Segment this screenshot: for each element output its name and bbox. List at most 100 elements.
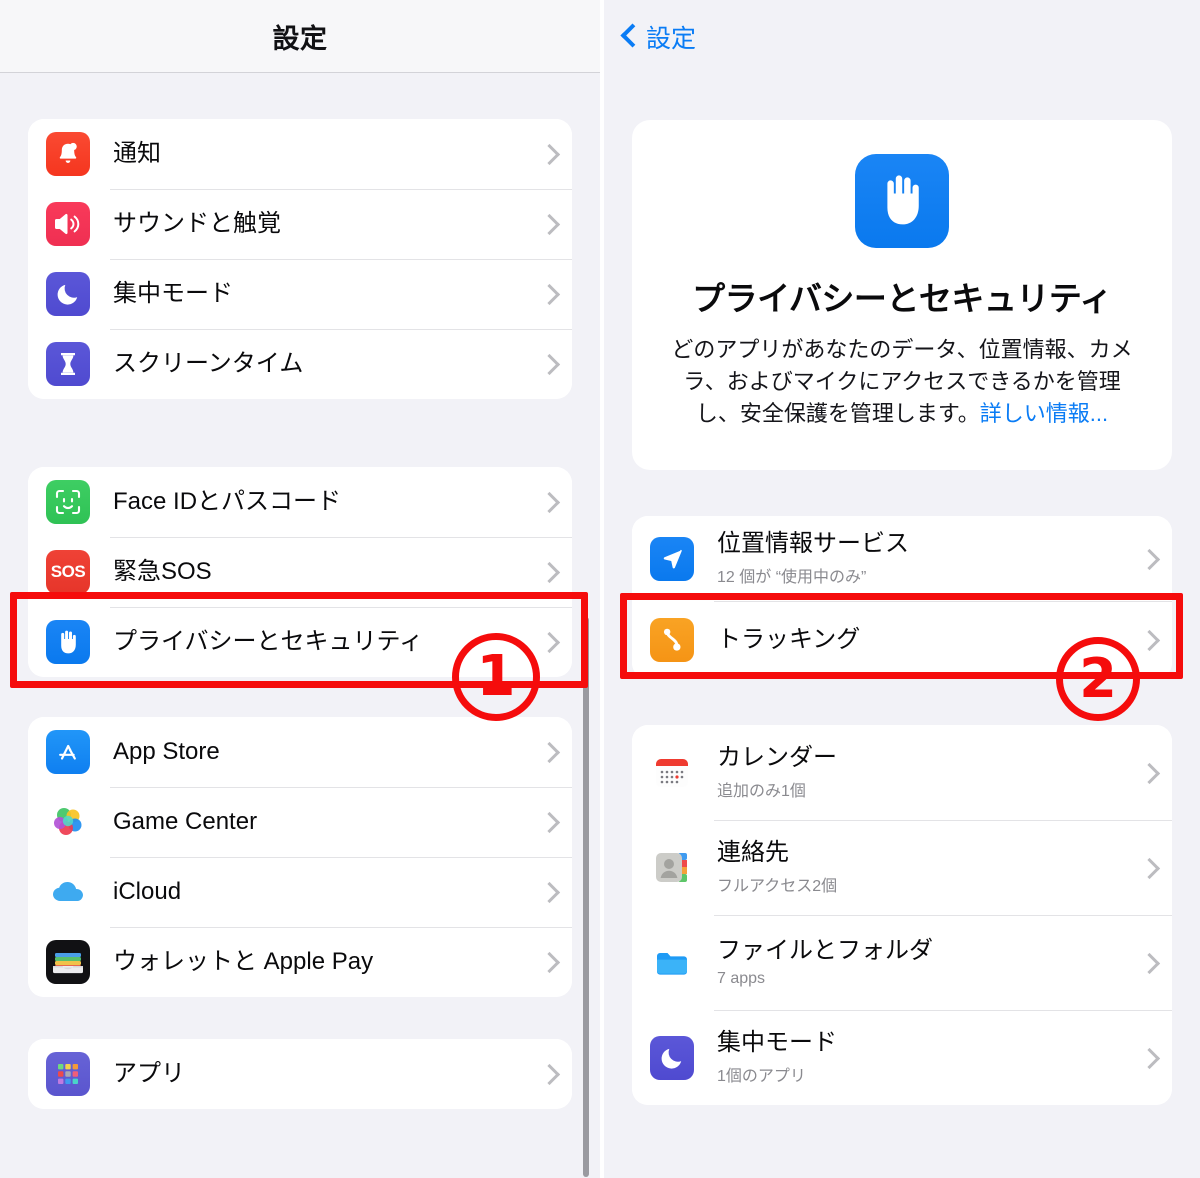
row-body: 集中モード 1個のアプリ [717,1029,1132,1086]
row-body: 位置情報サービス 12 個が “使用中のみ” [717,530,1132,587]
sidebar-item-privacy[interactable]: プライバシーとセキュリティ [28,607,572,677]
panel-divider [600,0,604,1178]
row-body: Face IDとパスコード [113,488,532,517]
row-title: 連絡先 [717,839,789,867]
row-subtitle: フルアクセス2個 [717,878,838,896]
hand-icon [855,154,949,248]
privacy-detail-panel: 設定 プライバシーとセキュリティ どのアプリがあなたのデータ、位置情報、カメラ、… [604,0,1200,1178]
settings-group-4: アプリ [28,1039,572,1109]
wallet-icon [46,940,90,984]
row-title: プライバシーとセキュリティ [113,627,424,655]
chevron-right-icon [1142,1047,1154,1069]
sos-icon: SOS [46,550,90,594]
row-subtitle: 追加のみ1個 [717,783,806,801]
settings-scroll-area[interactable]: 通知 サウンドと触覚 集中モード スクリーンタイム Face IDとパスコード … [0,74,600,1109]
list-item-focus[interactable]: 集中モード 1個のアプリ [632,1010,1172,1106]
row-body: アプリ [113,1060,532,1089]
row-title: アプリ [113,1059,185,1087]
sidebar-item-gamecenter[interactable]: Game Center [28,787,572,857]
sidebar-item-faceid[interactable]: Face IDとパスコード [28,467,572,537]
sidebar-item-sos[interactable]: SOS 緊急SOS [28,537,572,607]
list-item-contacts[interactable]: 連絡先 フルアクセス2個 [632,820,1172,916]
settings-group-3: App Store Game Center iCloud ウォレットと Appl… [28,717,572,997]
sidebar-item-sounds[interactable]: サウンドと触覚 [28,189,572,259]
faceid-icon [46,480,90,524]
chevron-right-icon [542,143,554,165]
icloud-icon [46,870,90,914]
privacy-hero-card: プライバシーとセキュリティ どのアプリがあなたのデータ、位置情報、カメラ、および… [632,120,1172,471]
chevron-right-icon [542,631,554,653]
row-body: サウンドと触覚 [113,210,532,239]
list-item-location-services[interactable]: 位置情報サービス 12 個が “使用中のみ” [632,516,1172,602]
apps-grid-icon [46,1052,90,1096]
settings-group-1: 通知 サウンドと触覚 集中モード スクリーンタイム [28,119,572,399]
row-subtitle: 7 apps [717,970,766,988]
privacy-group-2: カレンダー 追加のみ1個 連絡先 フルアクセス2個 ファイルとフォルダ 7 ap… [632,725,1172,1106]
sidebar-item-screentime[interactable]: スクリーンタイム [28,329,572,399]
row-title: トラッキング [717,625,861,653]
chevron-right-icon [542,951,554,973]
list-item-calendar[interactable]: カレンダー 追加のみ1個 [632,725,1172,821]
row-body: App Store [113,738,532,767]
row-body: 緊急SOS [113,558,532,587]
row-title: スクリーンタイム [113,349,304,377]
sidebar-item-apps[interactable]: アプリ [28,1039,572,1109]
row-title: 通知 [113,139,161,167]
settings-group-2: Face IDとパスコード SOS 緊急SOS プライバシーとセキュリティ [28,467,572,677]
chevron-right-icon [542,283,554,305]
row-body: プライバシーとセキュリティ [113,628,532,657]
screenshot-root: 設定 通知 サウンドと触覚 集中モード スクリーンタイム Face IDとパスコ… [0,0,1200,1178]
chevron-right-icon [542,881,554,903]
chevron-right-icon [542,741,554,763]
sidebar-item-focus[interactable]: 集中モード [28,259,572,329]
chevron-right-icon [542,213,554,235]
row-title: Face IDとパスコード [113,487,342,515]
gamecenter-icon [46,800,90,844]
contacts-icon [650,845,694,890]
row-subtitle: 1個のアプリ [717,1068,806,1086]
row-title: サウンドと触覚 [113,209,281,237]
tracking-icon [650,618,694,663]
privacy-group-1: 位置情報サービス 12 個が “使用中のみ” トラッキング [632,516,1172,680]
back-button[interactable]: 設定 [622,19,696,55]
list-item-files-folders[interactable]: ファイルとフォルダ 7 apps [632,915,1172,1011]
row-title: 緊急SOS [113,557,212,585]
location-arrow-icon [650,536,694,581]
vertical-scrollbar[interactable] [583,617,589,1177]
row-body: 連絡先 フルアクセス2個 [717,839,1132,896]
privacy-scroll-area[interactable]: プライバシーとセキュリティ どのアプリがあなたのデータ、位置情報、カメラ、および… [604,74,1200,1106]
row-body: Game Center [113,808,532,837]
row-title: ウォレットと Apple Pay [113,947,374,975]
row-title: Game Center [113,807,258,835]
row-title: 集中モード [113,279,233,307]
row-body: iCloud [113,878,532,907]
left-panel-header: 設定 [0,0,600,73]
row-title: 集中モード [717,1029,837,1057]
back-button-label: 設定 [646,24,697,53]
sidebar-item-icloud[interactable]: iCloud [28,857,572,927]
list-item-tracking[interactable]: トラッキング [632,601,1172,680]
speaker-icon [46,202,90,246]
sidebar-item-appstore[interactable]: App Store [28,717,572,787]
chevron-right-icon [1142,629,1154,651]
folder-icon [650,940,694,985]
hourglass-icon [46,342,90,386]
chevron-right-icon [1142,857,1154,879]
row-title: App Store [113,737,220,765]
row-body: 集中モード [113,280,532,309]
row-title: ファイルとフォルダ [717,937,933,965]
sidebar-item-wallet[interactable]: ウォレットと Apple Pay [28,927,572,997]
right-panel-header: 設定 [604,0,1200,73]
chevron-right-icon [542,491,554,513]
moon-icon [46,272,90,316]
calendar-icon [650,750,694,795]
sidebar-item-notifications[interactable]: 通知 [28,119,572,189]
chevron-right-icon [542,811,554,833]
chevron-right-icon [542,561,554,583]
learn-more-link[interactable]: 詳しい情報... [980,401,1108,426]
row-body: ウォレットと Apple Pay [113,948,532,977]
row-body: ファイルとフォルダ 7 apps [717,937,1132,988]
settings-list-panel: 設定 通知 サウンドと触覚 集中モード スクリーンタイム Face IDとパスコ… [0,0,600,1178]
row-subtitle: 12 個が “使用中のみ” [717,569,867,587]
bell-icon [46,132,90,176]
